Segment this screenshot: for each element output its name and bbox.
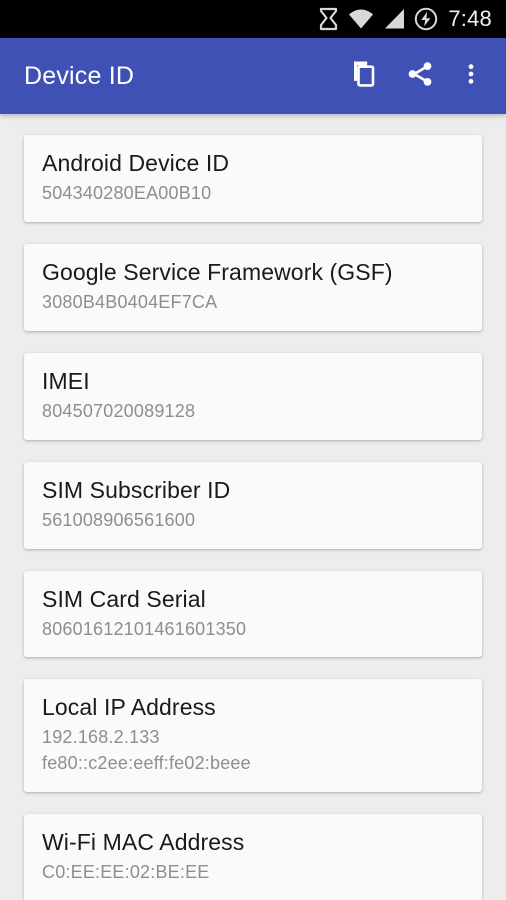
card-value: C0:EE:EE:02:BE:EE (42, 860, 464, 885)
card-title: Wi-Fi MAC Address (42, 828, 464, 856)
device-info-card[interactable]: Android Device ID 504340280EA00B10 (24, 135, 482, 222)
device-info-card[interactable]: Google Service Framework (GSF) 3080B4B040… (24, 244, 482, 331)
copy-button[interactable] (336, 48, 392, 104)
app-bar-actions (336, 48, 494, 104)
cellular-signal-icon (383, 8, 405, 30)
card-value: fe80::c2ee:eeff:fe02:beee (42, 751, 464, 776)
app-screen: 7:48 Device ID (0, 0, 506, 900)
card-title: Android Device ID (42, 149, 464, 177)
card-value: 80601612101461601350 (42, 617, 464, 642)
device-info-card[interactable]: IMEI 804507020089128 (24, 353, 482, 440)
device-info-card[interactable]: Local IP Address192.168.2.133fe80::c2ee:… (24, 679, 482, 792)
card-value: 504340280EA00B10 (42, 181, 464, 206)
app-bar: Device ID (0, 38, 506, 114)
wifi-icon (348, 8, 374, 30)
device-id-list[interactable]: Android Device ID 504340280EA00B10 Google … (0, 114, 506, 900)
status-bar-clock: 7:48 (448, 6, 492, 32)
battery-charging-icon (414, 7, 438, 31)
card-value: 804507020089128 (42, 399, 464, 424)
share-button[interactable] (392, 48, 448, 104)
card-title: Google Service Framework (GSF) (42, 258, 464, 286)
device-info-card[interactable]: Wi-Fi MAC Address C0:EE:EE:02:BE:EE (24, 814, 482, 900)
card-title: Local IP Address (42, 693, 464, 721)
card-value: 3080B4B0404EF7CA (42, 290, 464, 315)
status-bar-icons (318, 7, 438, 31)
page-title: Device ID (24, 62, 336, 91)
device-info-card[interactable]: SIM Card Serial 80601612101461601350 (24, 571, 482, 658)
card-title: IMEI (42, 367, 464, 395)
share-icon (405, 59, 435, 94)
status-bar: 7:48 (0, 0, 506, 38)
card-value: 192.168.2.133 (42, 725, 464, 750)
copy-icon (349, 59, 379, 94)
card-title: SIM Subscriber ID (42, 476, 464, 504)
more-vertical-icon (458, 61, 484, 92)
overflow-menu-button[interactable] (448, 48, 494, 104)
device-info-card[interactable]: SIM Subscriber ID 561008906561600 (24, 462, 482, 549)
hourglass-icon (318, 7, 339, 31)
card-value: 561008906561600 (42, 508, 464, 533)
card-title: SIM Card Serial (42, 585, 464, 613)
